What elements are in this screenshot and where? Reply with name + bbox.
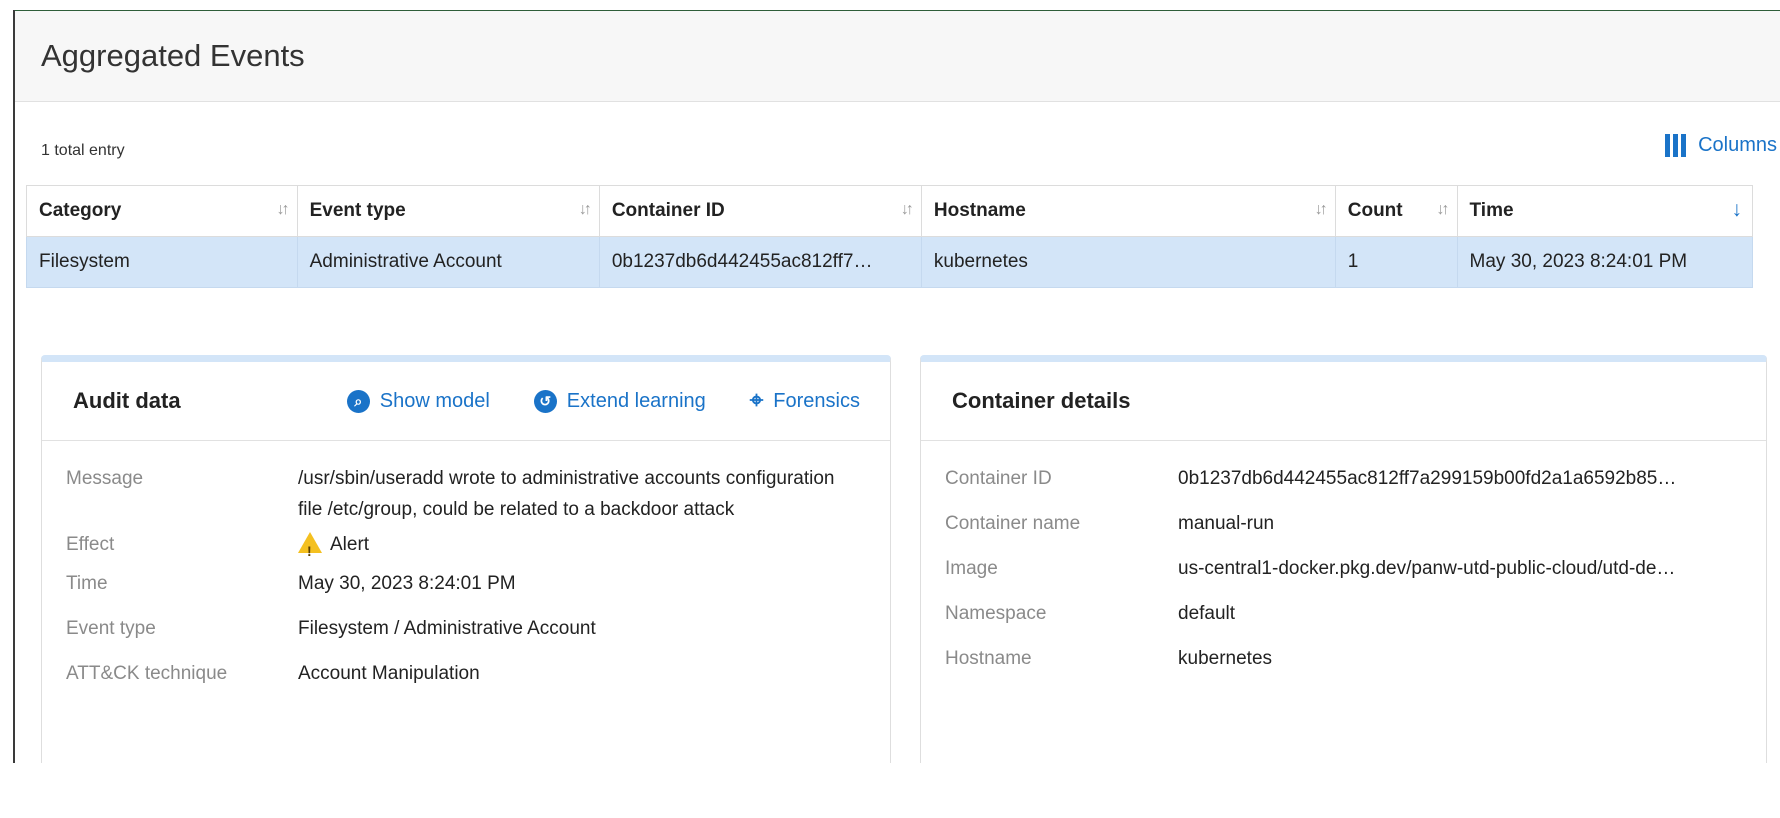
container-row-id: Container ID 0b1237db6d442455ac812ff7a29… [945, 468, 1677, 489]
total-entries: 1 total entry [41, 142, 125, 159]
page-title: Aggregated Events [41, 38, 305, 73]
column-header-time[interactable]: Time ↓ [1456, 185, 1754, 237]
audit-row-attack-technique: ATT&CK technique Account Manipulation [66, 663, 480, 684]
column-header-count[interactable]: Count ↓↑ [1334, 185, 1458, 237]
container-row-hostname: Hostname kubernetes [945, 648, 1273, 669]
column-header-category[interactable]: Category ↓↑ [26, 185, 298, 237]
sort-icon[interactable]: ↓↑ [579, 201, 592, 219]
columns-label: Columns [1698, 134, 1777, 156]
events-table: Category ↓↑ Event type ↓↑ Container ID ↓↑ H… [26, 185, 1754, 288]
cell-event-type: Administrative Account [296, 236, 600, 288]
window-left-border [0, 10, 15, 818]
audit-row-event-type: Event type Filesystem / Administrative A… [66, 618, 596, 639]
table-header-row: Category ↓↑ Event type ↓↑ Container ID ↓↑ H… [26, 185, 1754, 237]
audit-row-message: Message /usr/sbin/useradd wrote to admin… [66, 468, 835, 520]
column-header-event-type[interactable]: Event type ↓↑ [296, 185, 600, 237]
columns-icon [1665, 134, 1687, 157]
column-header-container-id[interactable]: Container ID ↓↑ [598, 185, 922, 237]
audit-panel-title: Audit data [73, 388, 181, 413]
audit-row-effect: Effect Alert [66, 529, 890, 567]
warning-icon [298, 532, 322, 567]
container-panel-header: Container details [921, 362, 1766, 441]
effect-value: Alert [330, 534, 370, 555]
audit-data-panel: Audit data ⌕ Show model ↺ Extend learnin… [41, 355, 891, 773]
container-row-namespace: Namespace default [945, 603, 1236, 624]
screenshot-bottom-margin [0, 763, 1780, 818]
sort-descending-icon[interactable]: ↓ [1732, 198, 1743, 222]
table-toolbar: 1 total entry Columns [15, 102, 1780, 196]
window-top-border [0, 0, 1780, 11]
column-header-hostname[interactable]: Hostname ↓↑ [920, 185, 1336, 237]
forensics-button[interactable]: ⌖ Forensics [750, 387, 860, 415]
cell-category: Filesystem [26, 236, 298, 288]
audit-row-time: Time May 30, 2023 8:24:01 PM [66, 573, 516, 594]
container-details-panel: Container details Container ID 0b1237db6… [920, 355, 1767, 773]
cell-hostname: kubernetes [920, 236, 1336, 288]
container-row-image: Image us-central1-docker.pkg.dev/panw-ut… [945, 558, 1676, 579]
sort-icon[interactable]: ↓↑ [1315, 201, 1328, 219]
cell-container-id: 0b1237db6d442455ac812ff7… [598, 236, 922, 288]
sort-icon[interactable]: ↓↑ [901, 201, 914, 219]
audit-fields: Message /usr/sbin/useradd wrote to admin… [42, 441, 890, 689]
columns-button[interactable]: Columns [1665, 134, 1777, 157]
table-row[interactable]: Filesystem Administrative Account 0b1237… [26, 236, 1754, 288]
audit-panel-header: Audit data ⌕ Show model ↺ Extend learnin… [42, 362, 890, 441]
cell-count: 1 [1334, 236, 1458, 288]
container-row-name: Container name manual-run [945, 513, 1275, 534]
refresh-icon: ↺ [533, 389, 557, 413]
forensics-icon: ⌖ [749, 387, 764, 414]
sort-icon[interactable]: ↓↑ [277, 201, 290, 219]
cell-time: May 30, 2023 8:24:01 PM [1456, 236, 1754, 288]
sort-icon[interactable]: ↓↑ [1437, 201, 1450, 219]
page-header: Aggregated Events [15, 11, 1780, 102]
container-fields: Container ID 0b1237db6d442455ac812ff7a29… [921, 441, 1766, 674]
search-icon: ⌕ [346, 389, 370, 413]
extend-learning-button[interactable]: ↺ Extend learning [533, 389, 706, 413]
show-model-button[interactable]: ⌕ Show model [346, 389, 490, 413]
container-panel-title: Container details [952, 388, 1131, 413]
audit-actions: ⌕ Show model ↺ Extend learning ⌖ Forensi… [346, 362, 860, 440]
